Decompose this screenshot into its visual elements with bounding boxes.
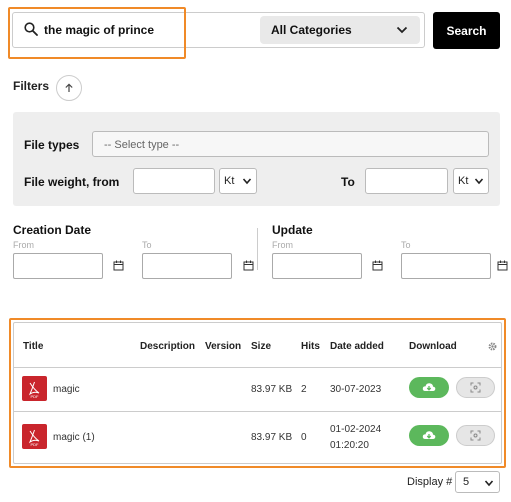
search-button[interactable]: Search [433, 12, 500, 49]
col-title[interactable]: Title [23, 341, 43, 352]
col-hits[interactable]: Hits [301, 341, 320, 352]
file-types-label: File types [24, 138, 80, 152]
update-to-label: To [401, 240, 411, 250]
display-count-value: 5 [463, 476, 470, 488]
file-hits: 2 [301, 384, 307, 395]
filters-toggle-button[interactable] [56, 75, 82, 101]
update-from-label: From [272, 240, 293, 250]
display-count-label: Display # [407, 476, 453, 488]
display-count-select[interactable]: 5 [455, 471, 500, 493]
creation-to-label: To [142, 240, 152, 250]
file-weight-from-label: File weight, from [24, 175, 120, 189]
row-divider [14, 411, 502, 412]
file-date-added: 01-02-2024 [330, 424, 382, 435]
col-version[interactable]: Version [205, 341, 241, 352]
chevron-down-icon [396, 26, 408, 34]
preview-button[interactable] [456, 425, 495, 446]
file-types-placeholder: -- Select type -- [104, 139, 180, 151]
col-download: Download [409, 341, 457, 352]
creation-date-label: Creation Date [13, 223, 92, 237]
calendar-icon[interactable] [497, 260, 508, 271]
update-to-input[interactable] [401, 253, 491, 279]
creation-from-label: From [13, 240, 34, 250]
file-size: 83.97 KB [251, 432, 293, 443]
svg-text:PDF: PDF [31, 442, 40, 447]
calendar-icon[interactable] [372, 260, 383, 271]
col-description[interactable]: Description [140, 341, 195, 352]
row-divider [14, 367, 502, 368]
cloud-download-icon [422, 383, 436, 391]
file-weight-to-label: To [341, 175, 355, 189]
search-input-highlight [8, 7, 186, 59]
weight-from-unit-value: Kt [224, 175, 235, 187]
preview-button[interactable] [456, 377, 495, 398]
file-title-link[interactable]: magic [53, 384, 80, 395]
category-select-value: All Categories [271, 23, 352, 37]
chevron-down-icon [242, 178, 252, 185]
pdf-icon: PDF [22, 424, 47, 449]
calendar-icon[interactable] [243, 260, 254, 271]
date-divider [257, 228, 258, 270]
file-title-link[interactable]: magic (1) [53, 432, 95, 443]
creation-from-input[interactable] [13, 253, 103, 279]
file-hits: 0 [301, 432, 307, 443]
weight-to-unit-value: Kt [458, 175, 469, 187]
weight-to-unit-select[interactable]: Kt [453, 168, 489, 194]
col-size[interactable]: Size [251, 341, 271, 352]
file-size: 83.97 KB [251, 384, 293, 395]
gear-icon[interactable] [487, 341, 498, 352]
update-from-input[interactable] [272, 253, 362, 279]
preview-icon [470, 430, 481, 441]
chevron-down-icon [484, 480, 494, 487]
calendar-icon[interactable] [113, 260, 124, 271]
preview-icon [470, 382, 481, 393]
col-date-added[interactable]: Date added [330, 341, 384, 352]
weight-to-input[interactable] [365, 168, 448, 194]
pdf-icon: PDF [22, 376, 47, 401]
weight-from-input[interactable] [133, 168, 215, 194]
chevron-down-icon [474, 178, 484, 185]
download-button[interactable] [409, 425, 449, 446]
creation-to-input[interactable] [142, 253, 232, 279]
file-time-added: 01:20:20 [330, 440, 369, 451]
cloud-download-icon [422, 431, 436, 439]
weight-from-unit-select[interactable]: Kt [219, 168, 257, 194]
svg-text:PDF: PDF [31, 394, 40, 399]
update-date-label: Update [272, 223, 313, 237]
filters-label: Filters [13, 79, 50, 93]
arrow-up-icon [65, 83, 73, 92]
download-button[interactable] [409, 377, 449, 398]
file-date-added: 30-07-2023 [330, 384, 382, 395]
